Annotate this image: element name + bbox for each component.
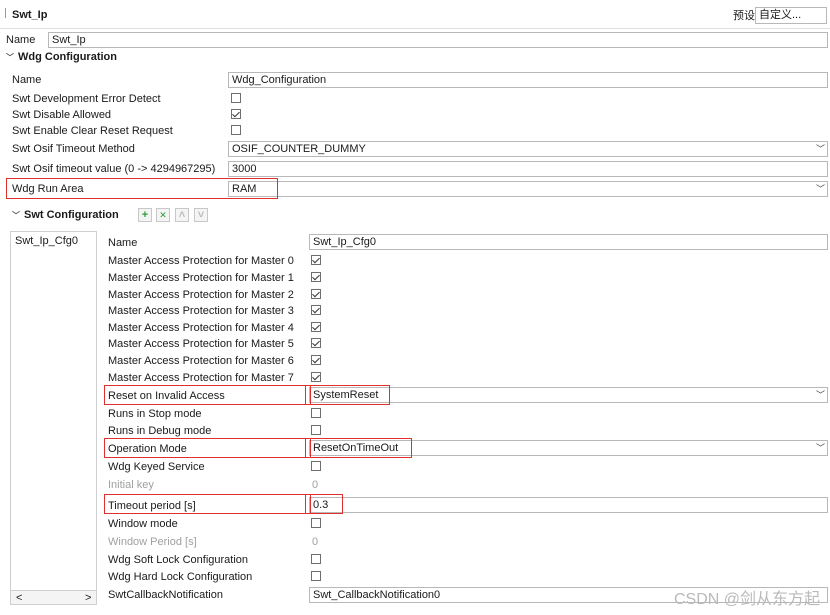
remove-icon[interactable]: ✕ [156,208,170,222]
osif-timeout-input[interactable]: 3000 [228,161,828,177]
window-mode-label: Window mode [108,518,178,530]
osif-method-select[interactable]: OSIF_COUNTER_DUMMY ﹀ [228,141,828,157]
top-name-input[interactable]: Swt_Ip [48,32,828,48]
master-4-checkbox[interactable] [311,322,321,332]
top-name-label: Name [6,34,36,46]
config-list-panel[interactable] [10,231,97,605]
dev-error-label: Swt Development Error Detect [12,93,161,105]
keyed-service-checkbox[interactable] [311,461,321,471]
clear-reset-label: Swt Enable Clear Reset Request [12,125,173,137]
master-5-checkbox[interactable] [311,338,321,348]
swt-name-input[interactable]: Swt_Ip_Cfg0 [309,234,828,250]
chevron-down-icon: ﹀ [815,184,825,194]
master-0-checkbox[interactable] [311,255,321,265]
timeout-period-label: Timeout period [s] [108,500,196,512]
initial-key-value: 0 [312,479,319,491]
hard-lock-label: Wdg Hard Lock Configuration [108,571,253,583]
master-0-label: Master Access Protection for Master 0 [108,255,294,267]
swt-config-header[interactable]: ﹀ Swt Configuration [12,209,119,221]
chevron-down-icon: ﹀ [815,390,825,400]
dev-error-checkbox[interactable] [231,93,241,103]
header-bar [0,0,830,29]
list-item[interactable]: Swt_Ip_Cfg0 [15,234,78,248]
osif-method-label: Swt Osif Timeout Method [12,143,135,155]
master-4-label: Master Access Protection for Master 4 [108,322,294,334]
reset-invalid-select[interactable]: SystemReset ﹀ [309,387,828,403]
soft-lock-label: Wdg Soft Lock Configuration [108,554,249,566]
operation-mode-select[interactable]: ResetOnTimeOut ﹀ [309,440,828,456]
master-1-label: Master Access Protection for Master 1 [108,272,294,284]
window-period-label: Window Period [s] [108,536,197,548]
scroll-left-icon[interactable]: < [16,591,22,605]
master-7-label: Master Access Protection for Master 7 [108,372,294,384]
watermark: CSDN @剑从东方起 [673,591,820,608]
chevron-down-icon: ﹀ [12,211,20,220]
preset-select[interactable]: 自定义... [755,7,827,24]
debug-mode-checkbox[interactable] [311,425,321,435]
keyed-service-label: Wdg Keyed Service [108,461,205,473]
master-3-checkbox[interactable] [311,305,321,315]
osif-timeout-label: Swt Osif timeout value (0 -> 4294967295) [12,163,216,175]
master-3-label: Master Access Protection for Master 3 [108,305,294,317]
timeout-period-input[interactable]: 0.3 [309,497,828,513]
initial-key-label: Initial key [108,479,154,491]
window-period-value: 0 [312,536,319,548]
disable-allowed-label: Swt Disable Allowed [12,109,112,121]
add-icon[interactable]: + [138,208,152,222]
master-2-label: Master Access Protection for Master 2 [108,289,294,301]
run-area-label: Wdg Run Area [12,183,84,195]
debug-mode-label: Runs in Debug mode [108,425,212,437]
disable-allowed-checkbox[interactable] [231,109,241,119]
clear-reset-checkbox[interactable] [231,125,241,135]
master-6-checkbox[interactable] [311,355,321,365]
soft-lock-checkbox[interactable] [311,554,321,564]
master-2-checkbox[interactable] [311,289,321,299]
wdg-name-label: Name [12,74,42,86]
preset-label: 预设 [733,10,755,22]
move-up-icon[interactable]: ˄ [175,208,189,222]
wdg-config-header[interactable]: ﹀ Wdg Configuration [6,51,117,63]
chevron-down-icon: ﹀ [815,443,825,453]
callback-label: SwtCallbackNotification [108,589,223,601]
page-title: Swt_Ip [12,9,48,21]
scroll-right-icon[interactable]: > [85,591,91,605]
swt-name-label: Name [108,237,138,249]
reset-invalid-label: Reset on Invalid Access [108,390,225,402]
master-5-label: Master Access Protection for Master 5 [108,338,294,350]
window-mode-checkbox[interactable] [311,518,321,528]
collapse-marker-icon [5,8,6,18]
hard-lock-checkbox[interactable] [311,571,321,581]
stop-mode-checkbox[interactable] [311,408,321,418]
wdg-name-input[interactable]: Wdg_Configuration [228,72,828,88]
master-1-checkbox[interactable] [311,272,321,282]
chevron-down-icon: ﹀ [6,53,14,62]
run-area-select[interactable]: RAM ﹀ [228,181,828,197]
chevron-down-icon: ﹀ [815,144,825,154]
master-6-label: Master Access Protection for Master 6 [108,355,294,367]
stop-mode-label: Runs in Stop mode [108,408,202,420]
move-down-icon[interactable]: ˅ [194,208,208,222]
horizontal-scrollbar[interactable] [10,590,97,605]
operation-mode-label: Operation Mode [108,443,187,455]
master-7-checkbox[interactable] [311,372,321,382]
